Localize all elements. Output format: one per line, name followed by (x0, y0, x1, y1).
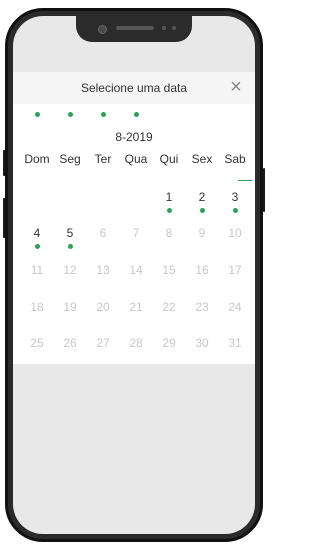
phone-side-button (263, 168, 265, 212)
availability-dot (134, 112, 139, 117)
weekday-label: Qua (124, 152, 148, 166)
calendar-day: 23 (195, 300, 209, 314)
availability-dot (167, 208, 172, 213)
calendar-day: 26 (63, 336, 77, 350)
availability-dot (35, 244, 40, 249)
close-icon[interactable]: × (227, 77, 245, 97)
calendar-day: 12 (63, 263, 77, 277)
calendar-day: 14 (129, 263, 143, 277)
calendar-day: 16 (195, 263, 209, 277)
availability-dot (35, 112, 40, 117)
calendar-day: 28 (129, 336, 143, 350)
calendar-day: 27 (96, 336, 110, 350)
weekday-label: Qui (159, 152, 179, 166)
connector-line (238, 180, 252, 181)
calendar-day[interactable]: 3 (219, 190, 251, 204)
calendar-day: 20 (96, 300, 110, 314)
calendar-day[interactable]: 1 (153, 190, 185, 204)
calendar-day: 8 (165, 226, 173, 240)
calendar-day[interactable]: 2 (186, 190, 218, 204)
weekday-label: Seg (59, 152, 81, 166)
weekday-label: Ter (94, 152, 112, 166)
calendar-day: 31 (228, 336, 242, 350)
sensor-dot (162, 26, 166, 30)
availability-dot (233, 208, 238, 213)
calendar-day: 17 (228, 263, 242, 277)
calendar-day: 10 (228, 226, 242, 240)
calendar-day: 21 (129, 300, 143, 314)
availability-dot (68, 112, 73, 117)
notch (76, 16, 192, 42)
calendar-day: 22 (162, 300, 176, 314)
dialog-header: Selecione uma data × (13, 72, 255, 104)
calendar-day[interactable]: 5 (54, 226, 86, 240)
calendar-day: 7 (132, 226, 140, 240)
weekday-label: Dom (24, 152, 50, 166)
calendar-day: 13 (96, 263, 110, 277)
calendar-day: 18 (30, 300, 44, 314)
calendar-day: 24 (228, 300, 242, 314)
camera-icon (98, 25, 107, 34)
calendar-day: 25 (30, 336, 44, 350)
calendar-day: 30 (195, 336, 209, 350)
weekday-label: Sex (191, 152, 213, 166)
calendar-day: 15 (162, 263, 176, 277)
date-picker-sheet: Selecione uma data × 8-2019 Dom Seg Ter Qua… (13, 72, 255, 364)
phone-screen: Selecione uma data × 8-2019 Dom Seg Ter Qua… (13, 16, 255, 534)
calendar-day: 11 (30, 263, 44, 277)
sensor-dot (172, 26, 176, 30)
weekday-label: Sab (224, 152, 246, 166)
calendar-day: 19 (63, 300, 77, 314)
calendar-day: 29 (162, 336, 176, 350)
availability-dot (68, 244, 73, 249)
dialog-title: Selecione uma data (80, 81, 188, 95)
calendar-day: 9 (198, 226, 206, 240)
availability-dot (200, 208, 205, 213)
calendar-day: 6 (99, 226, 107, 240)
speaker-grille (116, 26, 154, 30)
month-label: 8-2019 (115, 130, 153, 144)
calendar-day[interactable]: 4 (21, 226, 53, 240)
availability-dot (101, 112, 106, 117)
